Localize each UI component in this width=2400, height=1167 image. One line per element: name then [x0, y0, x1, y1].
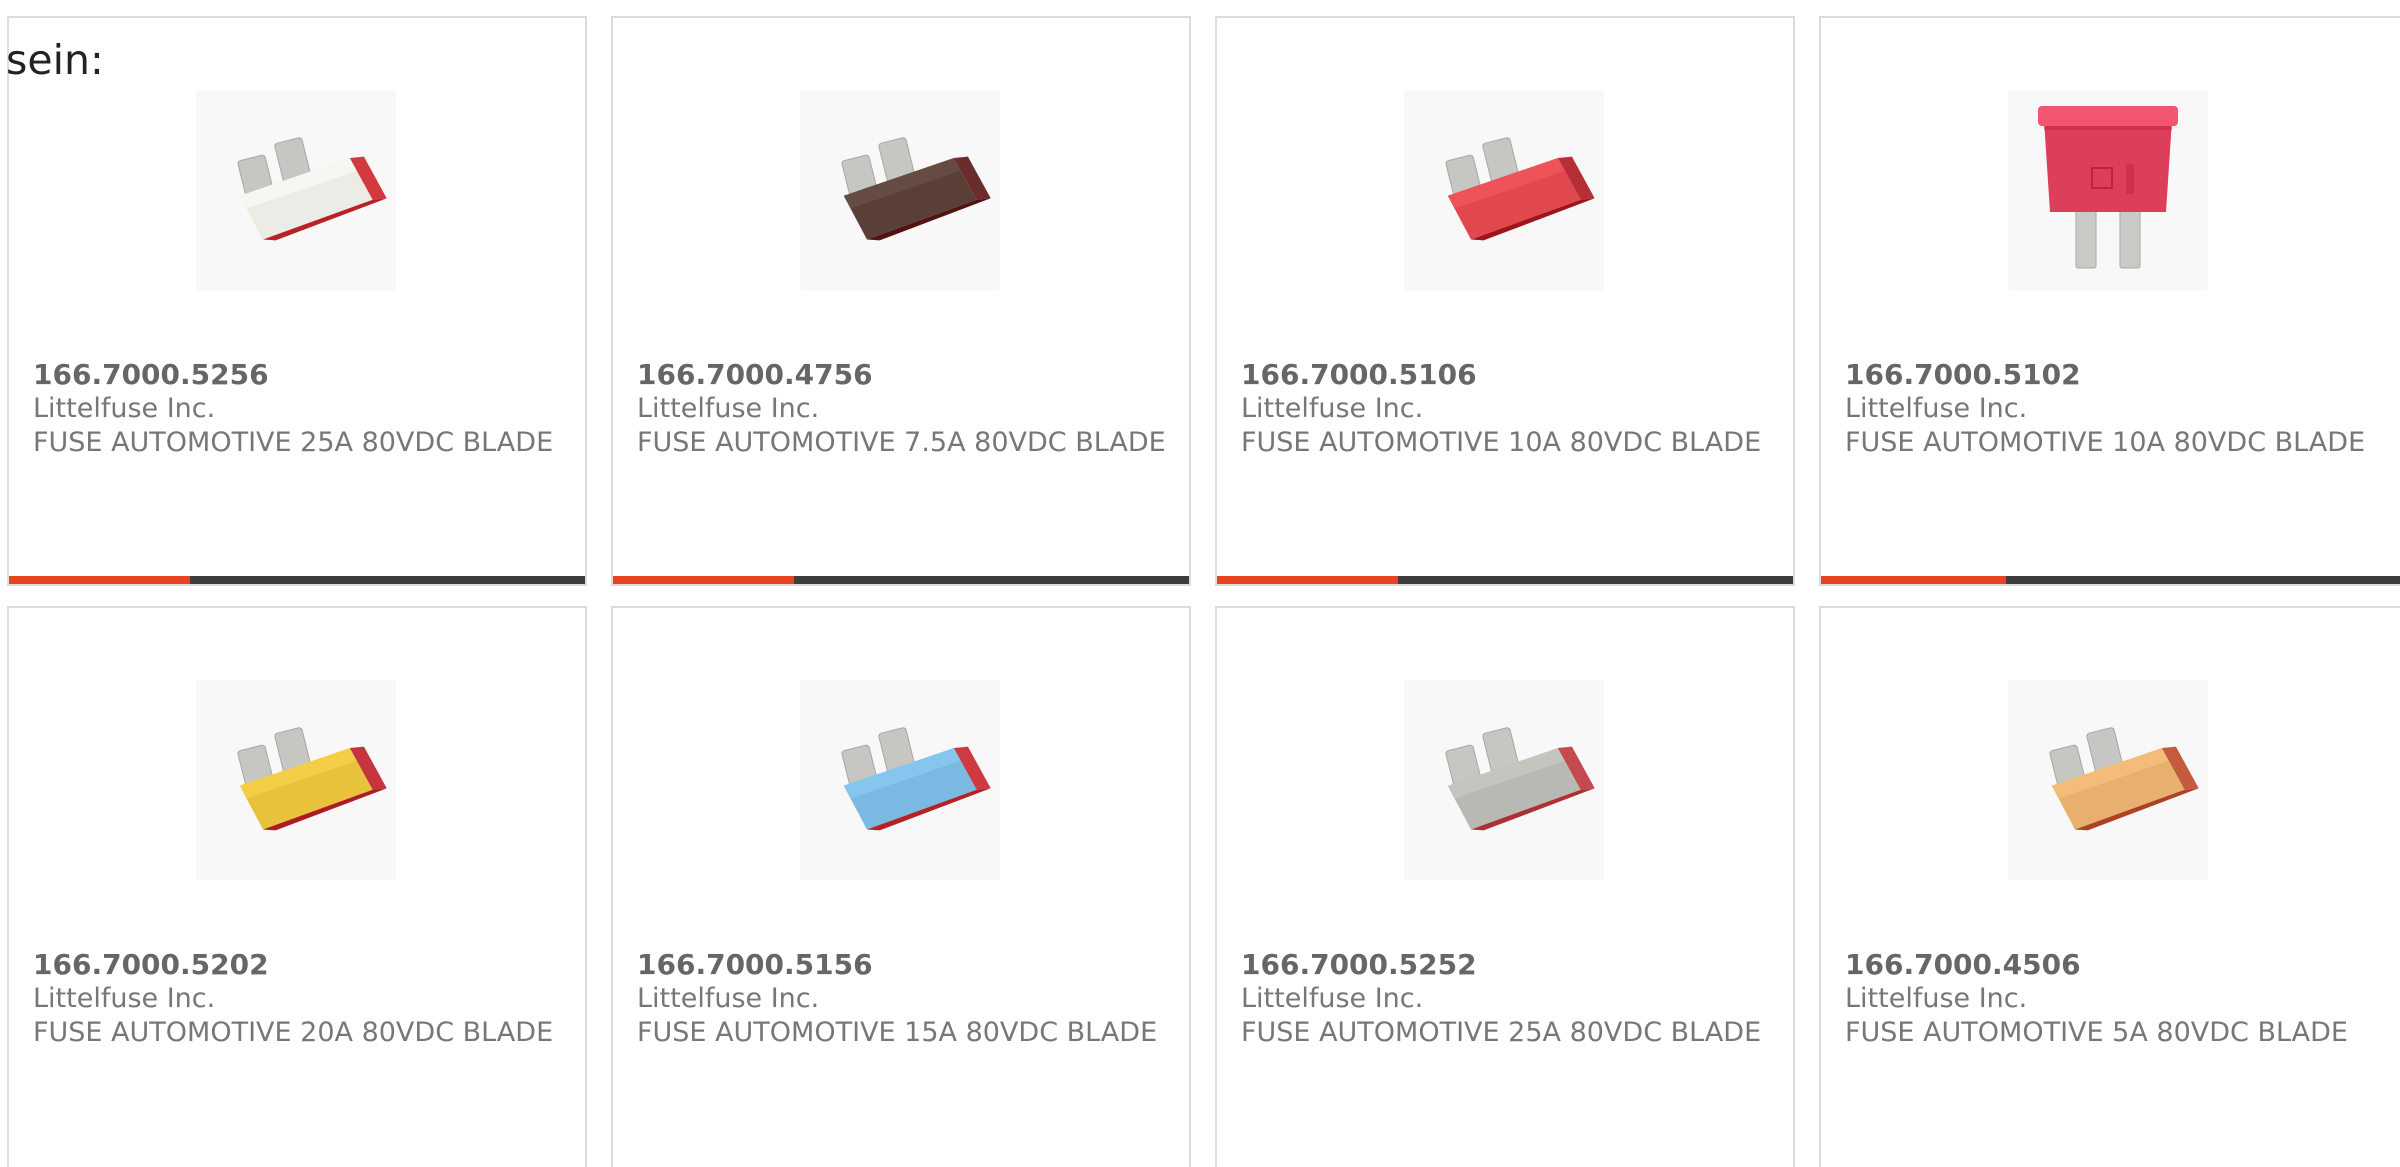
card-progress-fill — [613, 576, 795, 584]
product-info: 166.7000.5256 Littelfuse Inc. FUSE AUTOM… — [33, 358, 573, 460]
product-description: FUSE AUTOMOTIVE 10A 80VDC BLADE — [1845, 427, 2366, 458]
manufacturer-label: Littelfuse Inc. — [1241, 983, 1424, 1014]
fuse-blade-image[interactable] — [1404, 90, 1604, 290]
intro-text: sein: — [6, 36, 104, 84]
fuse-blade-image[interactable] — [2008, 90, 2208, 290]
product-card[interactable]: 166.7000.4756 Littelfuse Inc. FUSE AUTOM… — [611, 16, 1191, 586]
product-info: 166.7000.5106 Littelfuse Inc. FUSE AUTOM… — [1241, 358, 1781, 460]
fuse-blade-image[interactable] — [800, 680, 1000, 880]
part-number-link[interactable]: 166.7000.4506 — [1845, 948, 2385, 982]
product-info: 166.7000.4756 Littelfuse Inc. FUSE AUTOM… — [637, 358, 1177, 460]
product-card[interactable]: 166.7000.5252 Littelfuse Inc. FUSE AUTOM… — [1215, 606, 1795, 1167]
manufacturer-label: Littelfuse Inc. — [1845, 393, 2028, 424]
product-description: FUSE AUTOMOTIVE 7.5A 80VDC BLADE — [637, 427, 1166, 458]
part-number-link[interactable]: 166.7000.4756 — [637, 358, 1177, 392]
product-card[interactable]: 166.7000.5102 Littelfuse Inc. FUSE AUTOM… — [1819, 16, 2400, 586]
fuse-blade-image[interactable] — [2008, 680, 2208, 880]
product-info: 166.7000.5156 Littelfuse Inc. FUSE AUTOM… — [637, 948, 1177, 1050]
product-description: FUSE AUTOMOTIVE 20A 80VDC BLADE — [33, 1017, 554, 1048]
card-progress-bar — [1217, 576, 1793, 584]
product-card[interactable]: 166.7000.5202 Littelfuse Inc. FUSE AUTOM… — [7, 606, 587, 1167]
card-progress-fill — [9, 576, 191, 584]
manufacturer-label: Littelfuse Inc. — [1845, 983, 2028, 1014]
part-number-link[interactable]: 166.7000.5202 — [33, 948, 573, 982]
product-card[interactable]: 166.7000.5156 Littelfuse Inc. FUSE AUTOM… — [611, 606, 1191, 1167]
product-card[interactable]: 166.7000.4506 Littelfuse Inc. FUSE AUTOM… — [1819, 606, 2400, 1167]
card-progress-bar — [9, 576, 585, 584]
manufacturer-label: Littelfuse Inc. — [637, 983, 820, 1014]
manufacturer-label: Littelfuse Inc. — [33, 983, 216, 1014]
product-card[interactable]: 166.7000.5106 Littelfuse Inc. FUSE AUTOM… — [1215, 16, 1795, 586]
part-number-link[interactable]: 166.7000.5252 — [1241, 948, 1781, 982]
fuse-blade-image[interactable] — [1404, 680, 1604, 880]
part-number-link[interactable]: 166.7000.5256 — [33, 358, 573, 392]
manufacturer-label: Littelfuse Inc. — [1241, 393, 1424, 424]
fuse-blade-image[interactable] — [800, 90, 1000, 290]
product-info: 166.7000.5102 Littelfuse Inc. FUSE AUTOM… — [1845, 358, 2385, 460]
product-description: FUSE AUTOMOTIVE 25A 80VDC BLADE — [33, 427, 554, 458]
product-description: FUSE AUTOMOTIVE 25A 80VDC BLADE — [1241, 1017, 1762, 1048]
product-info: 166.7000.5252 Littelfuse Inc. FUSE AUTOM… — [1241, 948, 1781, 1050]
card-progress-bar — [613, 576, 1189, 584]
product-description: FUSE AUTOMOTIVE 15A 80VDC BLADE — [637, 1017, 1158, 1048]
card-progress-fill — [1217, 576, 1399, 584]
product-card[interactable]: 166.7000.5256 Littelfuse Inc. FUSE AUTOM… — [7, 16, 587, 586]
fuse-blade-image[interactable] — [196, 680, 396, 880]
product-grid-page: sein: 166.7000.5256 Littelfuse Inc. FUSE… — [0, 0, 2400, 1167]
card-progress-fill — [1821, 576, 2006, 584]
card-progress-bar — [1821, 576, 2400, 584]
fuse-blade-image[interactable] — [196, 90, 396, 290]
product-description: FUSE AUTOMOTIVE 5A 80VDC BLADE — [1845, 1017, 2348, 1048]
manufacturer-label: Littelfuse Inc. — [637, 393, 820, 424]
part-number-link[interactable]: 166.7000.5102 — [1845, 358, 2385, 392]
part-number-link[interactable]: 166.7000.5156 — [637, 948, 1177, 982]
product-info: 166.7000.4506 Littelfuse Inc. FUSE AUTOM… — [1845, 948, 2385, 1050]
product-grid: 166.7000.5256 Littelfuse Inc. FUSE AUTOM… — [0, 0, 2400, 1167]
part-number-link[interactable]: 166.7000.5106 — [1241, 358, 1781, 392]
product-description: FUSE AUTOMOTIVE 10A 80VDC BLADE — [1241, 427, 1762, 458]
product-info: 166.7000.5202 Littelfuse Inc. FUSE AUTOM… — [33, 948, 573, 1050]
manufacturer-label: Littelfuse Inc. — [33, 393, 216, 424]
